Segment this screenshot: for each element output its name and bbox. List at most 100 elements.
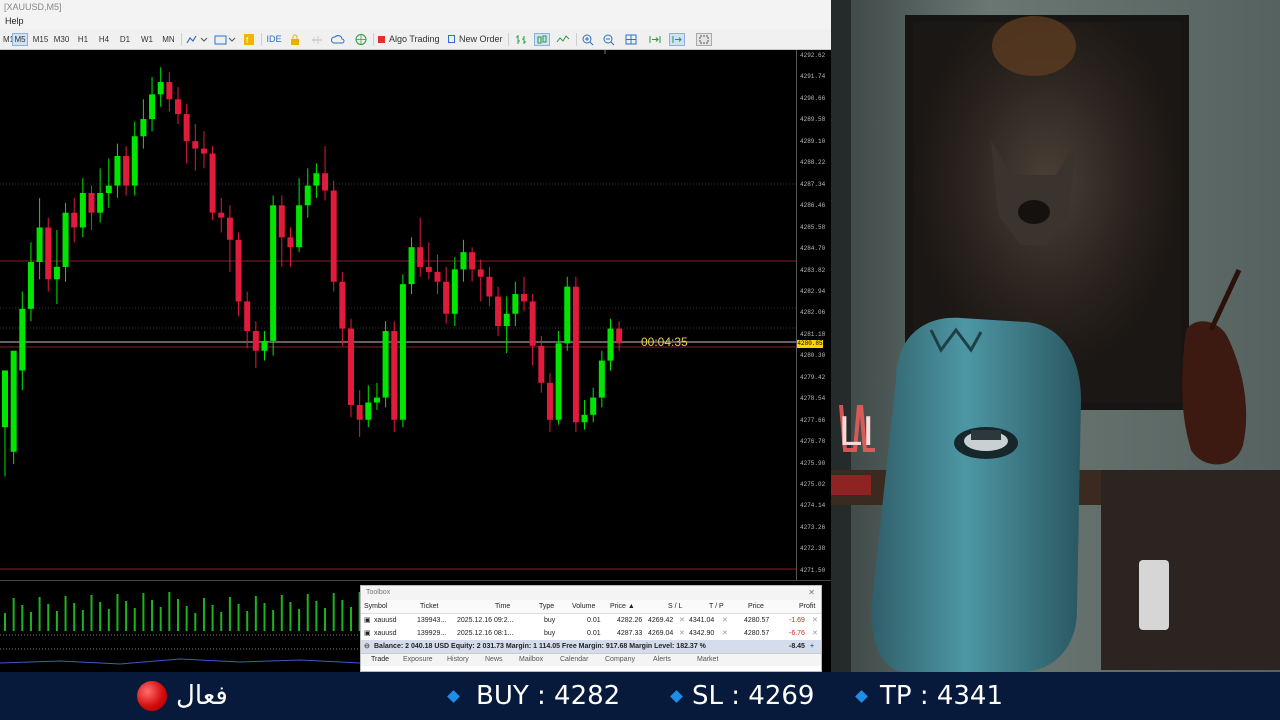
remove-tp-icon[interactable]: ✕	[722, 614, 728, 627]
price-tick-label: 4284.70	[800, 245, 826, 253]
tab-mailbox[interactable]: Mailbox	[519, 654, 543, 666]
line-chart-icon[interactable]	[556, 33, 570, 46]
col-tp[interactable]: T / P	[709, 600, 724, 613]
tab-news[interactable]: News	[485, 654, 503, 666]
diamond-icon	[855, 690, 868, 703]
tf-w1-button[interactable]: W1	[139, 33, 155, 46]
close-icon[interactable]: ✕	[808, 586, 815, 600]
close-position-icon[interactable]: ✕	[812, 614, 818, 627]
tab-exposure[interactable]: Exposure	[403, 654, 433, 666]
tab-market[interactable]: Market	[697, 654, 718, 666]
tf-m15-button[interactable]: M15	[31, 33, 50, 46]
tf-m5-button[interactable]: M5	[12, 33, 28, 46]
price-tick-label: 4277.66	[800, 416, 826, 424]
col-ticket[interactable]: Ticket	[420, 600, 438, 613]
tf-m30-button[interactable]: M30	[52, 33, 71, 46]
cloud-icon[interactable]	[330, 33, 345, 46]
close-position-icon[interactable]: ✕	[812, 627, 818, 640]
zoom-out-icon[interactable]	[602, 33, 616, 46]
tf-mn-button[interactable]: MN	[160, 33, 177, 46]
algo-trading-button[interactable]: Algo Trading	[378, 33, 442, 46]
bullish-candle	[503, 313, 510, 327]
row-current-price: 4280.57	[744, 630, 770, 637]
row-sl[interactable]: 4269.04	[648, 627, 673, 640]
position-row[interactable]: ▣ xauusd 139943... 2025.12.16 09:2... bu…	[361, 614, 821, 627]
live-status-dot-icon	[137, 681, 167, 711]
volume-bar	[332, 593, 335, 631]
row-type: buy	[544, 630, 556, 637]
col-volume[interactable]: Volume	[572, 600, 595, 613]
chart-gridlines	[0, 50, 796, 570]
volume-bar	[211, 605, 214, 631]
col-sl[interactable]: S / L	[668, 600, 682, 613]
bearish-candle	[469, 252, 476, 270]
col-symbol[interactable]: Symbol	[364, 600, 387, 613]
col-profit[interactable]: Profit	[799, 600, 815, 613]
tf-d1-button[interactable]: D1	[118, 33, 132, 46]
col-current-price[interactable]: Price	[748, 600, 764, 613]
candlestick-chart[interactable]	[0, 50, 796, 580]
tab-company[interactable]: Company	[605, 654, 635, 666]
bearish-candle	[529, 301, 536, 346]
row-ticket: 139929...	[417, 630, 447, 637]
tf-h1-button[interactable]: H1	[76, 33, 90, 46]
bullish-candle	[2, 370, 8, 428]
bearish-candle	[339, 281, 346, 329]
templates-icon[interactable]	[213, 33, 237, 46]
pen-holder	[1139, 560, 1169, 630]
menu-help[interactable]: Help	[5, 16, 24, 26]
bullish-candle	[19, 308, 26, 371]
tf-h4-button[interactable]: H4	[97, 33, 111, 46]
bullish-candle	[114, 156, 121, 186]
tab-calendar[interactable]: Calendar	[560, 654, 588, 666]
tab-history[interactable]: History	[447, 654, 469, 666]
remove-sl-icon[interactable]: ✕	[679, 614, 685, 627]
zoom-in-icon[interactable]	[581, 33, 595, 46]
indicators-icon[interactable]: f	[243, 33, 255, 46]
bullish-candle	[460, 252, 467, 270]
collapse-icon[interactable]: ⊖	[364, 640, 370, 653]
remove-sl-icon[interactable]: ✕	[679, 627, 685, 640]
price-tick-label: 4275.02	[800, 481, 826, 488]
volume-bar	[228, 597, 231, 631]
candlestick-chart-icon[interactable]	[534, 33, 550, 46]
volume-bar	[202, 598, 205, 631]
lock-icon[interactable]	[289, 33, 301, 46]
remove-tp-icon[interactable]: ✕	[722, 627, 728, 640]
position-row[interactable]: ▣ xauusd 139929... 2025.12.16 08:1... bu…	[361, 627, 821, 640]
bar-chart-icon[interactable]	[514, 33, 528, 46]
candles-group	[2, 67, 623, 477]
bearish-candle	[71, 212, 78, 228]
col-type[interactable]: Type	[539, 600, 554, 613]
auto-scroll-icon[interactable]	[648, 33, 662, 46]
tab-trade[interactable]: Trade	[371, 654, 389, 666]
col-price[interactable]: Price ▲	[610, 600, 635, 613]
volume-bar	[133, 608, 136, 631]
bearish-candle	[166, 82, 173, 100]
chart-shift-icon[interactable]	[669, 33, 685, 46]
bearish-candle	[443, 281, 450, 314]
row-tp[interactable]: 4341.04	[689, 614, 714, 627]
screenshot-icon[interactable]	[696, 33, 712, 46]
volume-bar	[237, 604, 240, 631]
bullish-candle	[313, 173, 320, 186]
grid-icon[interactable]	[624, 33, 638, 46]
col-time[interactable]: Time	[495, 600, 510, 613]
chart-type-icon[interactable]	[186, 33, 210, 46]
volume-bar	[55, 611, 58, 631]
bearish-candle	[192, 141, 199, 149]
market-globe-icon[interactable]	[354, 33, 368, 46]
row-sl[interactable]: 4269.42	[648, 614, 673, 627]
volume-bar	[4, 613, 6, 631]
row-profit: -6.76	[789, 630, 805, 637]
row-open-price: 4287.33	[617, 630, 643, 637]
row-tp[interactable]: 4342.90	[689, 627, 714, 640]
tf-m1-button[interactable]: M1	[3, 33, 14, 46]
diamond-icon	[670, 690, 683, 703]
new-order-button[interactable]: New Order	[448, 33, 504, 46]
ide-button[interactable]: IDE	[266, 33, 282, 46]
tab-alerts[interactable]: Alerts	[653, 654, 671, 666]
signals-icon[interactable]	[310, 33, 324, 46]
add-icon[interactable]: +	[810, 640, 814, 653]
bearish-candle	[278, 205, 285, 238]
